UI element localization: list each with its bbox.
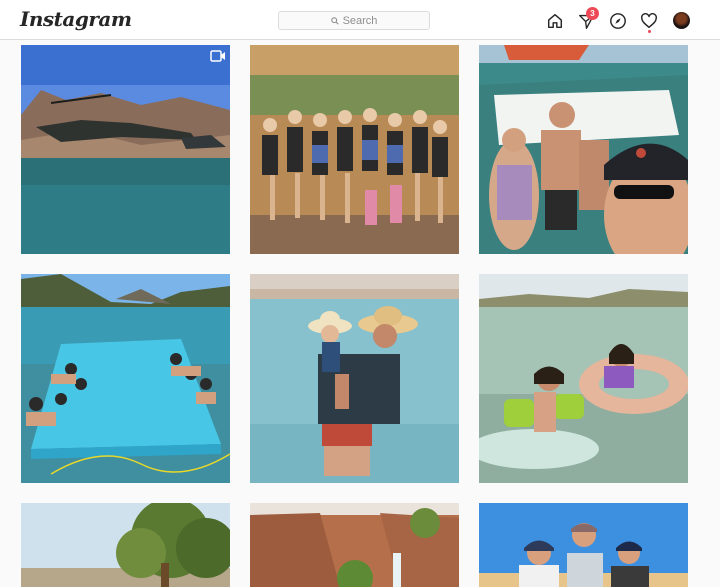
post-grid (0, 40, 720, 587)
explore-icon[interactable] (608, 11, 628, 31)
post-thumbnail[interactable] (479, 274, 688, 483)
post-thumbnail[interactable] (479, 503, 688, 587)
activity-heart-icon[interactable] (639, 11, 659, 31)
post-thumbnail[interactable] (479, 45, 688, 254)
post-thumbnail[interactable] (21, 503, 230, 587)
direct-badge: 3 (586, 7, 599, 20)
top-nav: Instagram Search 3 (0, 0, 720, 40)
post-thumbnail[interactable] (21, 274, 230, 483)
home-icon[interactable] (545, 11, 565, 31)
post-thumbnail[interactable] (250, 45, 459, 254)
search-icon (330, 16, 339, 25)
profile-avatar[interactable] (673, 12, 690, 29)
search-input[interactable]: Search (278, 11, 430, 30)
post-thumbnail[interactable] (250, 274, 459, 483)
video-icon (210, 50, 225, 62)
post-thumbnail[interactable] (21, 45, 230, 254)
search-placeholder: Search (342, 14, 378, 27)
post-thumbnail[interactable] (250, 503, 459, 587)
instagram-logo[interactable]: Instagram (20, 7, 132, 31)
activity-dot (648, 30, 651, 33)
